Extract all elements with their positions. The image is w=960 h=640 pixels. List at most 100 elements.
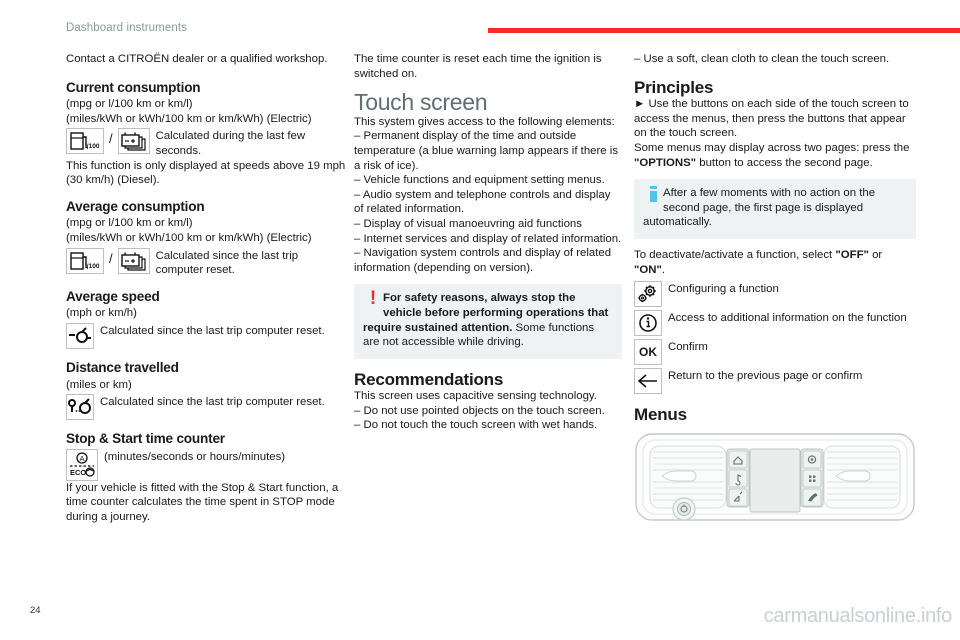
average-speed-icon-row: Calculated since the last trip computer … (66, 322, 346, 349)
touch-screen-lead: This system gives access to the followin… (354, 115, 615, 128)
touch-screen-bullet: – Display of visual manoeuvring aid func… (354, 217, 582, 230)
home-icon (728, 450, 748, 469)
legend-label: Return to the previous page or confirm (668, 370, 863, 383)
stop-start-icon-row: A ECO (minutes/seconds or hours/minutes) (66, 448, 346, 481)
legend-label: Confirm (668, 341, 708, 354)
legend-item: Access to additional information on the … (634, 310, 916, 337)
touch-screen-bullet: – Permanent display of the time and outs… (354, 130, 619, 172)
distance-travelled-icon (66, 394, 94, 421)
column-middle: The time counter is reset each time the … (354, 52, 622, 433)
principles-step-1: ► Use the buttons on each side of the to… (634, 97, 916, 141)
svg-text:l/100: l/100 (85, 143, 100, 150)
left-button-strip (726, 448, 750, 508)
page-number: 24 (30, 605, 41, 616)
distance-travelled-units: (miles or km) (66, 378, 132, 391)
stop-start-body: If your vehicle is fitted with the Stop … (66, 481, 339, 523)
recommendations-lead: This screen uses capacitive sensing tech… (354, 390, 597, 403)
svg-text:ECO: ECO (70, 468, 86, 477)
heading-average-consumption: Average consumption (66, 198, 205, 214)
legend-item: Configuring a function (634, 281, 916, 308)
recommendations-bullet: – Do not use pointed objects on the touc… (354, 404, 605, 417)
average-consumption-units-1: (mpg or l/100 km or km/l) (66, 217, 193, 230)
touch-screen-bullet: – Navigation system controls and display… (354, 247, 612, 274)
legend-item: Return to the previous page or confirm (634, 368, 916, 395)
distance-travelled-icon-text: Calculated since the last trip computer … (100, 396, 325, 409)
cleaning-bullet: – Use a soft, clean cloth to clean the t… (634, 53, 890, 65)
right-button-strip (800, 448, 824, 508)
gear-config-icon (634, 281, 662, 308)
column-left: Contact a CITROËN dealer or a qualified … (66, 52, 346, 524)
heading-current-consumption: Current consumption (66, 79, 201, 95)
recommendations-bullet: – Do not touch the touch screen with wet… (354, 419, 598, 432)
info-note-text: After a few moments with no action on th… (643, 187, 876, 229)
toggle-note: To deactivate/activate a function, selec… (634, 248, 916, 277)
average-consumption-icon-row: l/100 / Calculated since the last trip c… (66, 247, 346, 278)
header-red-rule (488, 28, 960, 33)
heading-distance-travelled: Distance travelled (66, 359, 179, 375)
heading-touch-screen: Touch screen (354, 89, 488, 116)
circle-info-icon (634, 310, 662, 337)
step-arrow-icon: ► (634, 98, 646, 111)
average-speed-gauge-icon (66, 322, 94, 349)
average-consumption-units-2: (miles/kWh or kWh/100 km or km/kWh) (Ele… (66, 231, 312, 244)
fuel-pump-icon: l/100 (66, 128, 104, 155)
apps-grid-icon (802, 469, 822, 488)
current-consumption-note: This function is only displayed at speed… (66, 159, 346, 187)
current-consumption-icon-text: Calculated during the last few seconds. (155, 130, 306, 157)
warning-exclamation-icon: ! (369, 288, 377, 310)
page-title: Dashboard instruments (66, 22, 187, 34)
button-legend-list: Configuring a function Access to additio… (634, 281, 916, 395)
legend-item: OK Confirm (634, 339, 916, 366)
site-watermark: carmanualsonline.info (763, 605, 953, 627)
touch-screen-bullet: – Internet services and display of relat… (354, 232, 622, 245)
svg-text:A: A (79, 454, 84, 463)
heading-stop-start: Stop & Start time counter (66, 431, 225, 447)
off-label: "OFF" (835, 248, 869, 261)
column-right: – Use a soft, clean cloth to clean the t… (634, 52, 916, 522)
safety-warning-box: ! For safety reasons, always stop the ve… (354, 284, 622, 359)
touch-screen-display (749, 448, 801, 513)
intro-paragraph: Contact a CITROËN dealer or a qualified … (66, 53, 328, 65)
toggle-note-post: . (661, 263, 666, 276)
distance-travelled-icon-row: Calculated since the last trip computer … (66, 394, 346, 421)
legend-label: Access to additional information on the … (668, 312, 907, 325)
info-bar-icon (643, 186, 663, 206)
current-consumption-icon-row: l/100 / Calculated during the last few s… (66, 128, 346, 158)
heading-average-speed: Average speed (66, 288, 160, 304)
average-consumption-icon-text: Calculated since the last trip computer … (155, 249, 299, 277)
svg-text:l/100: l/100 (85, 263, 100, 270)
right-air-vent (823, 445, 901, 509)
principles-body-2-pre: Some menus may display across two pages:… (634, 141, 910, 154)
on-label: "ON" (634, 263, 662, 276)
dashboard-console-illustration (634, 430, 916, 522)
stop-start-eco-icon: A ECO (66, 448, 98, 481)
fuel-pump-icon: l/100 (66, 247, 104, 274)
heading-recommendations: Recommendations (354, 369, 504, 389)
ok-confirm-icon: OK (634, 339, 662, 366)
touch-screen-bullet: – Audio system and telephone controls an… (354, 188, 611, 216)
current-consumption-units-1: (mpg or l/100 km or km/l) (66, 98, 193, 111)
touch-screen-bullet: – Vehicle functions and equipment settin… (354, 174, 605, 187)
average-speed-icon-text: Calculated since the last trip computer … (100, 324, 325, 337)
stop-start-icon-text: (minutes/seconds or hours/minutes) (104, 450, 286, 463)
icon-separator-slash: / (109, 131, 113, 147)
principles-body-2-post: button to access the second page. (696, 156, 873, 169)
principles-step-2: Some menus may display across two pages:… (634, 141, 916, 170)
options-button-label: "OPTIONS" (634, 156, 697, 169)
page-body: Contact a CITROËN dealer or a qualified … (0, 52, 960, 640)
battery-stack-icon (117, 128, 150, 155)
heading-menus: Menus (634, 405, 687, 425)
power-volume-knob-icon (672, 497, 696, 521)
heading-principles: Principles (634, 77, 714, 97)
current-consumption-units-2: (miles/kWh or kWh/100 km or km/kWh) (Ele… (66, 112, 312, 125)
page-header: Dashboard instruments (0, 0, 960, 38)
average-speed-units: (mph or km/h) (66, 307, 137, 320)
toggle-note-pre: To deactivate/activate a function, selec… (634, 248, 836, 261)
toggle-note-mid: or (868, 248, 883, 261)
battery-stack-icon (117, 247, 150, 274)
ok-glyph: OK (639, 344, 657, 359)
principles-body-1: Use the buttons on each side of the touc… (634, 98, 909, 140)
legend-label: Configuring a function (668, 283, 779, 296)
info-note-box: After a few moments with no action on th… (634, 179, 916, 239)
time-counter-note: The time counter is reset each time the … (354, 53, 602, 80)
